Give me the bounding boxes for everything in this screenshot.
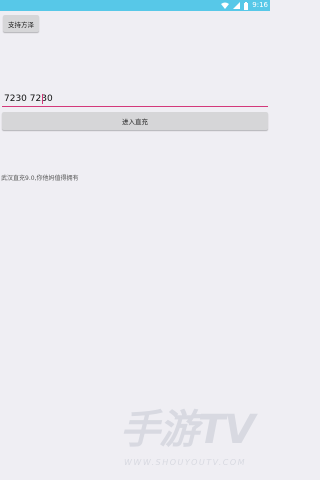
watermark-url: WWW.SHOUYOUTV.COM: [124, 458, 247, 467]
enter-recharge-button[interactable]: 进入直充: [2, 112, 268, 130]
wifi-icon: [221, 2, 230, 9]
status-bar: 9:16: [0, 0, 270, 11]
watermark-logo: 手游TV WWW.SHOUYOUTV.COM: [120, 408, 268, 467]
input-container: [2, 92, 268, 108]
input-underline: [2, 106, 268, 107]
battery-icon: [244, 1, 249, 10]
status-time: 9:16: [252, 1, 268, 9]
info-text: 武汉直充9.0,你他妈值得拥有: [1, 175, 79, 182]
status-icons: 9:16: [221, 0, 268, 11]
support-button[interactable]: 支持方泽: [3, 15, 39, 32]
signal-icon: [233, 2, 241, 9]
watermark-title: 手游TV: [120, 407, 255, 453]
text-cursor: [42, 94, 43, 104]
